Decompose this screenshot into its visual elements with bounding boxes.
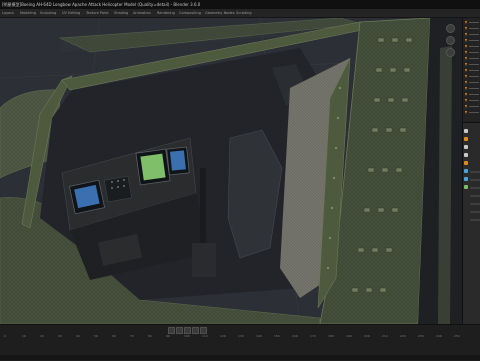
tab-animation[interactable]: Animation (133, 9, 151, 17)
frame-label: 150 (274, 334, 280, 338)
frame-label: 210 (382, 334, 388, 338)
object-icon (465, 111, 467, 114)
object-icon (465, 81, 467, 84)
frame-label: 110 (202, 334, 208, 338)
frame-label: 100 (184, 334, 190, 338)
frame-label: 180 (328, 334, 334, 338)
list-item[interactable] (465, 105, 479, 109)
object-icon (465, 57, 467, 60)
zoom-icon[interactable] (446, 24, 455, 33)
object-icon (465, 39, 467, 42)
list-item[interactable] (465, 99, 479, 103)
frame-label: 70 (130, 334, 134, 338)
frame-label: 30 (58, 334, 62, 338)
object-icon (465, 63, 467, 66)
object-icon (465, 93, 467, 96)
tab-layout[interactable]: Layout (2, 9, 14, 17)
physics-icon[interactable] (464, 177, 468, 181)
object-icon (465, 27, 467, 30)
list-item[interactable] (465, 81, 479, 85)
object-icon (465, 99, 467, 102)
frame-label: 0 (4, 334, 6, 338)
jump-end-icon[interactable] (200, 327, 207, 334)
tab-uv-editing[interactable]: UV Editing (62, 9, 80, 17)
camera-icon[interactable] (446, 48, 455, 57)
world-icon[interactable] (464, 153, 468, 157)
list-item[interactable] (465, 45, 479, 49)
object-icon (465, 69, 467, 72)
frame-label: 60 (112, 334, 116, 338)
tab-sculpting[interactable]: Sculpting (40, 9, 56, 17)
list-item[interactable] (465, 87, 479, 91)
pan-icon[interactable] (446, 36, 455, 45)
play-icon[interactable] (184, 327, 191, 334)
wrench-icon[interactable] (464, 169, 468, 173)
render-icon[interactable] (464, 137, 468, 141)
object-icon (465, 45, 467, 48)
frame-label: 90 (166, 334, 170, 338)
material-icon[interactable] (464, 185, 468, 189)
frame-label: 220 (400, 334, 406, 338)
object-icon[interactable] (464, 161, 468, 165)
frame-label: 160 (292, 334, 298, 338)
tool-icon[interactable] (464, 129, 468, 133)
workspace-tabs: Layout Modeling Sculpting UV Editing Tex… (0, 9, 480, 18)
object-icon (465, 87, 467, 90)
frame-label: 250 (454, 334, 460, 338)
frame-label: 190 (346, 334, 352, 338)
object-icon (465, 33, 467, 36)
frame-label: 240 (436, 334, 442, 338)
tab-shading[interactable]: Shading (114, 9, 128, 17)
object-icon (465, 51, 467, 54)
frame-label: 170 (310, 334, 316, 338)
window-title: [明星模型]Boeing AH-64D Longbow Apache Attac… (2, 2, 201, 7)
collection-icon (465, 21, 467, 24)
frame-label: 230 (418, 334, 424, 338)
frame-label: 40 (76, 334, 80, 338)
list-item[interactable] (465, 69, 479, 73)
tab-rendering[interactable]: Rendering (157, 9, 175, 17)
object-icon (465, 75, 467, 78)
frame-label: 10 (22, 334, 26, 338)
tab-scripting[interactable]: Scripting (236, 9, 252, 17)
object-icon (465, 105, 467, 108)
tab-geometry-nodes[interactable]: Geometry Nodes (205, 9, 235, 17)
tab-texture-paint[interactable]: Texture Paint (86, 9, 109, 17)
fast-forward-icon[interactable] (192, 327, 199, 334)
frame-label: 50 (94, 334, 98, 338)
frame-label: 140 (256, 334, 262, 338)
frame-label: 130 (238, 334, 244, 338)
frame-label: 200 (364, 334, 370, 338)
frame-label: 20 (40, 334, 44, 338)
list-item[interactable] (465, 33, 479, 37)
jump-start-icon[interactable] (168, 327, 175, 334)
outliner-panel[interactable] (462, 18, 480, 122)
list-item[interactable] (465, 27, 479, 31)
list-item[interactable] (465, 63, 479, 67)
list-item[interactable] (465, 51, 479, 55)
frame-label: 120 (220, 334, 226, 338)
helicopter-cockpit-render (0, 18, 462, 324)
title-bar: [明星模型]Boeing AH-64D Longbow Apache Attac… (0, 0, 480, 9)
3d-viewport[interactable] (0, 18, 462, 324)
properties-panel[interactable] (462, 122, 480, 325)
frame-label: 80 (148, 334, 152, 338)
list-item[interactable] (465, 93, 479, 97)
tab-modeling[interactable]: Modeling (20, 9, 36, 17)
list-item[interactable] (465, 21, 479, 25)
status-bar (0, 355, 480, 360)
list-item[interactable] (465, 75, 479, 79)
rewind-icon[interactable] (176, 327, 183, 334)
tab-compositing[interactable]: Compositing (179, 9, 201, 17)
output-icon[interactable] (464, 145, 468, 149)
list-item[interactable] (465, 57, 479, 61)
list-item[interactable] (465, 39, 479, 43)
list-item[interactable] (465, 111, 479, 115)
